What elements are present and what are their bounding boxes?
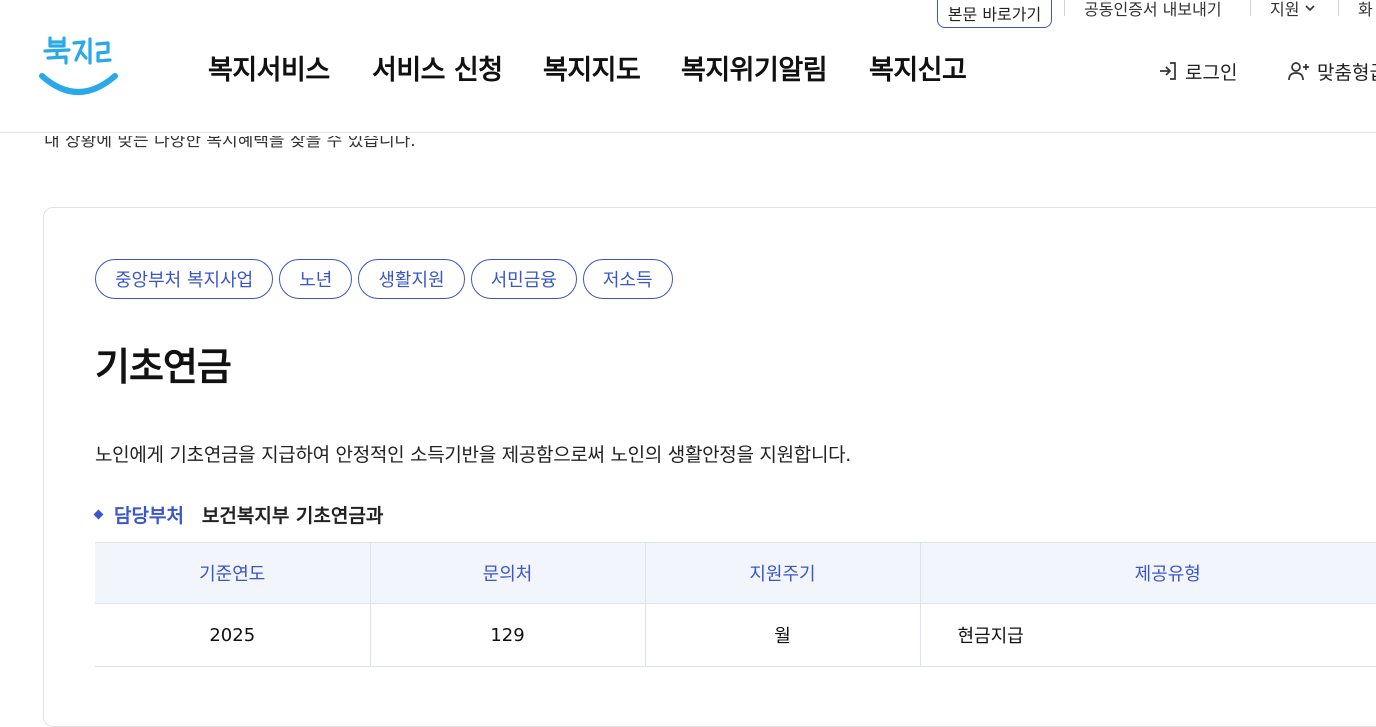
custom-welfare-label: 맞춤형급 — [1317, 61, 1376, 84]
utility-divider — [1250, 0, 1251, 16]
service-card: 중앙부처 복지사업 노년 생활지원 서민금융 저소득 기초연금 노인에게 기초연… — [43, 207, 1376, 727]
bokjiro-logo-icon — [39, 36, 118, 95]
utility-bar: 본문 바로가기 공동인증서 내보내기 지원 화 — [0, 0, 1376, 30]
service-info-table: 기준연도 문의처 지원주기 제공유형 2025 129 월 현금지급 — [95, 542, 1376, 667]
cell-type: 현금지급 — [920, 603, 1376, 667]
login-button[interactable]: 로그인 — [1157, 58, 1237, 84]
utility-divider — [1064, 0, 1065, 16]
col-header-contact: 문의처 — [370, 542, 646, 604]
table-header-row: 기준연도 문의처 지원주기 제공유형 — [95, 542, 1376, 604]
service-tags: 중앙부처 복지사업 노년 생활지원 서민금융 저소득 — [95, 259, 673, 299]
cell-year: 2025 — [95, 603, 371, 667]
nav-crisis-alert[interactable]: 복지위기알림 — [681, 48, 828, 87]
utility-divider — [1338, 0, 1339, 16]
cell-contact: 129 — [370, 603, 646, 667]
department-value: 보건복지부 기초연금과 — [201, 505, 384, 527]
nav-welfare-map[interactable]: 복지지도 — [543, 48, 641, 87]
login-label: 로그인 — [1185, 61, 1238, 84]
service-description: 노인에게 기초연금을 지급하여 안정적인 소득기반을 제공함으로써 노인의 생활… — [95, 444, 852, 466]
support-menu[interactable]: 지원 — [1270, 0, 1317, 20]
support-label: 지원 — [1270, 0, 1300, 19]
nav-welfare-report[interactable]: 복지신고 — [869, 48, 967, 87]
nav-service-apply[interactable]: 서비스 신청 — [372, 48, 503, 87]
tag-elderly[interactable]: 노년 — [279, 259, 353, 299]
login-icon — [1160, 62, 1176, 80]
department-row: 담당부처 보건복지부 기초연금과 — [93, 501, 384, 528]
nav-welfare-services[interactable]: 복지서비스 — [208, 48, 330, 87]
col-header-cycle: 지원주기 — [645, 542, 921, 604]
col-header-type: 제공유형 — [920, 542, 1376, 604]
tag-public-finance[interactable]: 서민금융 — [470, 259, 577, 299]
skip-to-content-link[interactable]: 본문 바로가기 — [937, 0, 1052, 28]
chevron-down-icon — [1305, 5, 1316, 12]
col-header-year: 기준연도 — [95, 542, 371, 604]
tag-living-support[interactable]: 생활지원 — [358, 259, 465, 299]
table-row: 2025 129 월 현금지급 — [95, 603, 1376, 667]
user-plus-icon — [1288, 62, 1309, 81]
site-logo[interactable] — [38, 32, 120, 100]
department-label: 담당부처 — [114, 505, 184, 527]
tag-central-ministry[interactable]: 중앙부처 복지사업 — [95, 259, 274, 299]
tag-low-income[interactable]: 저소득 — [582, 259, 673, 299]
cert-export-link[interactable]: 공동인증서 내보내기 — [1084, 0, 1222, 20]
diamond-bullet-icon — [93, 509, 104, 520]
service-title: 기초연금 — [95, 345, 232, 389]
cell-cycle: 월 — [645, 603, 921, 667]
screen-size-menu[interactable]: 화 — [1358, 0, 1373, 20]
custom-welfare-button[interactable]: 맞춤형급 — [1287, 58, 1376, 84]
site-header: 복지서비스 서비스 신청 복지지도 복지위기알림 복지신고 로그인 맞춤형급 — [0, 30, 1376, 133]
